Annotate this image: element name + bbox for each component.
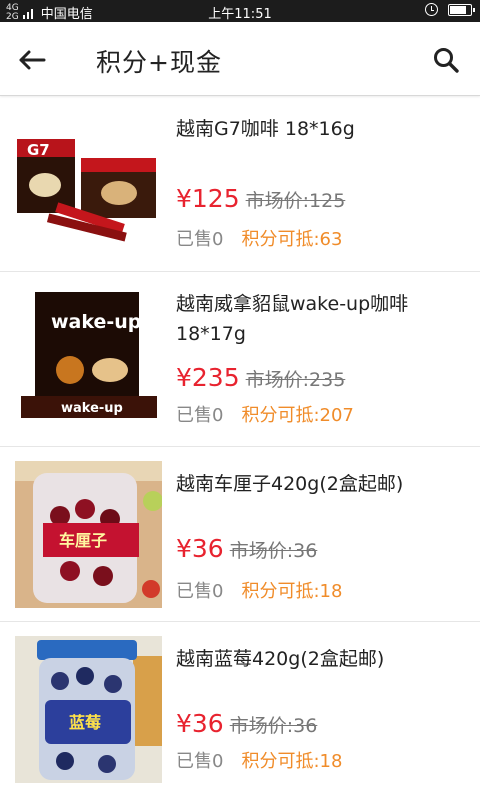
price-row: ¥36 市场价:36: [176, 709, 317, 738]
product-image-cherry[interactable]: 车厘子: [15, 461, 162, 608]
product-name[interactable]: 越南G7咖啡 18*16g: [176, 114, 460, 144]
battery-icon: [448, 3, 475, 16]
product-price: ¥36: [176, 534, 224, 563]
product-image-blueberry[interactable]: 蓝莓: [15, 636, 162, 783]
blueberry-jar-image: 蓝莓: [15, 636, 162, 783]
wake-up-logo-text: wake-up: [51, 311, 141, 333]
points-deductible: 积分可抵:18: [241, 581, 343, 602]
status-time: 上午11:51: [208, 7, 272, 22]
market-price: 市场价:36: [229, 715, 318, 737]
price-row: ¥125 市场价:125: [176, 184, 345, 213]
points-deductible: 积分可抵:207: [241, 405, 354, 426]
sold-count: 已售0: [176, 405, 224, 426]
back-button[interactable]: [14, 42, 50, 78]
product-item[interactable]: wake-up wake-up 越南威拿貂鼠wake-up咖啡18*17g ¥2…: [0, 272, 480, 447]
alarm-icon: [425, 3, 438, 16]
wake-up-coffee-image: wake-up wake-up: [15, 288, 162, 435]
product-item[interactable]: 蓝莓 越南蓝莓420g(2盒起邮) ¥36 市场价:36 已售0 积分可抵:18: [0, 622, 480, 797]
market-price: 市场价:36: [229, 540, 318, 562]
points-deductible: 积分可抵:18: [241, 751, 343, 772]
product-item[interactable]: 车厘子 越南车厘子420g(2盒起邮) ¥36 市场价:36 已售0 积分可抵:…: [0, 447, 480, 622]
points-deductible: 积分可抵:63: [241, 229, 343, 250]
price-row: ¥36 市场价:36: [176, 534, 317, 563]
status-right: [425, 3, 475, 16]
product-meta: 已售0 积分可抵:18: [176, 747, 342, 773]
product-image-g7-coffee[interactable]: G7: [15, 113, 162, 260]
search-icon: [434, 48, 459, 73]
title-bar: 积分+现金: [0, 22, 480, 96]
product-name[interactable]: 越南威拿貂鼠wake-up咖啡18*17g: [176, 289, 460, 349]
sold-count: 已售0: [176, 229, 224, 250]
battery-fill: [450, 5, 466, 14]
product-price: ¥125: [176, 184, 240, 213]
back-arrow-icon: [19, 50, 46, 70]
product-name[interactable]: 越南车厘子420g(2盒起邮): [176, 469, 460, 499]
market-price: 市场价:125: [245, 190, 346, 212]
product-image-wake-up-coffee[interactable]: wake-up wake-up: [15, 288, 162, 435]
cherry-label-text: 车厘子: [59, 531, 107, 550]
product-name[interactable]: 越南蓝莓420g(2盒起邮): [176, 644, 460, 674]
product-item[interactable]: G7 越南G7咖啡 18*16g ¥125 市场价:125 已售0 积分可抵:6…: [0, 97, 480, 272]
search-button[interactable]: [428, 42, 464, 78]
product-price: ¥235: [176, 363, 240, 392]
sold-count: 已售0: [176, 751, 224, 772]
product-price: ¥36: [176, 709, 224, 738]
product-list: G7 越南G7咖啡 18*16g ¥125 市场价:125 已售0 积分可抵:6…: [0, 97, 480, 797]
g7-coffee-image: G7: [15, 113, 162, 260]
market-price: 市场价:235: [245, 369, 346, 391]
status-bar: 4G 2G 中国电信 上午11:51: [0, 0, 480, 22]
blueberry-label-text: 蓝莓: [69, 713, 101, 732]
product-meta: 已售0 积分可抵:63: [176, 225, 342, 251]
wake-up-sachet-text: wake-up: [61, 401, 123, 416]
g7-logo-text: G7: [27, 141, 50, 159]
sold-count: 已售0: [176, 581, 224, 602]
price-row: ¥235 市场价:235: [176, 363, 345, 392]
product-meta: 已售0 积分可抵:18: [176, 577, 342, 603]
product-meta: 已售0 积分可抵:207: [176, 401, 354, 427]
page-title: 积分+现金: [96, 48, 222, 77]
cherry-jar-image: 车厘子: [15, 461, 162, 608]
